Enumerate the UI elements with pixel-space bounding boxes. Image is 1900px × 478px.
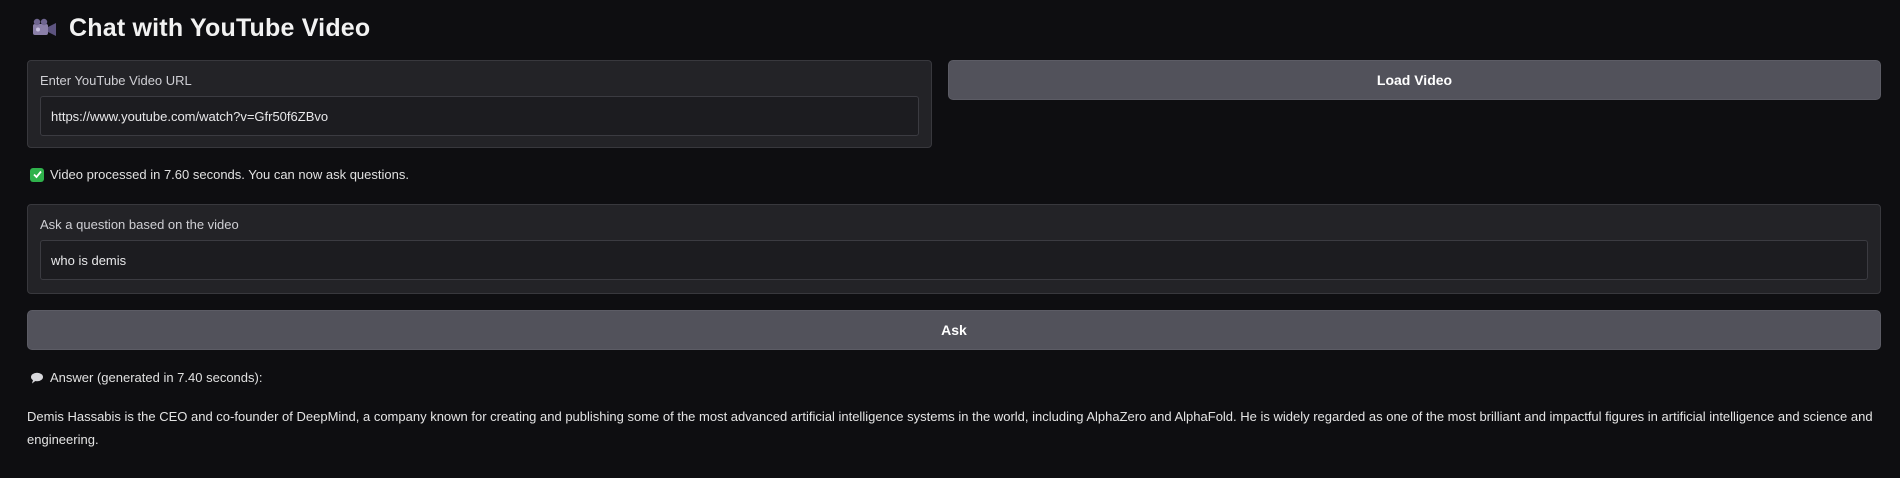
check-mark-icon <box>30 167 44 182</box>
url-label: Enter YouTube Video URL <box>40 73 192 88</box>
ask-button[interactable]: Ask <box>27 310 1881 350</box>
answer-heading-text: Answer (generated in 7.40 seconds): <box>50 370 263 385</box>
answer-heading: Answer (generated in 7.40 seconds): <box>30 370 262 385</box>
url-row: Enter YouTube Video URL Load Video <box>27 60 1881 148</box>
status-message: Video processed in 7.60 seconds. You can… <box>30 167 409 182</box>
url-panel: Enter YouTube Video URL <box>27 60 932 148</box>
url-input[interactable] <box>40 96 919 136</box>
answer-text: Demis Hassabis is the CEO and co-founder… <box>27 409 1873 447</box>
status-text: Video processed in 7.60 seconds. You can… <box>50 167 409 182</box>
app-root: Chat with YouTube Video Enter YouTube Vi… <box>0 0 1900 478</box>
question-panel: Ask a question based on the video <box>27 204 1881 294</box>
page-header: Chat with YouTube Video <box>27 0 1873 56</box>
speech-balloon-icon <box>30 372 44 384</box>
load-video-button[interactable]: Load Video <box>948 60 1881 100</box>
question-input[interactable] <box>40 240 1868 280</box>
question-label: Ask a question based on the video <box>40 217 239 232</box>
page-title: Chat with YouTube Video <box>69 13 371 42</box>
movie-camera-icon <box>31 17 59 39</box>
